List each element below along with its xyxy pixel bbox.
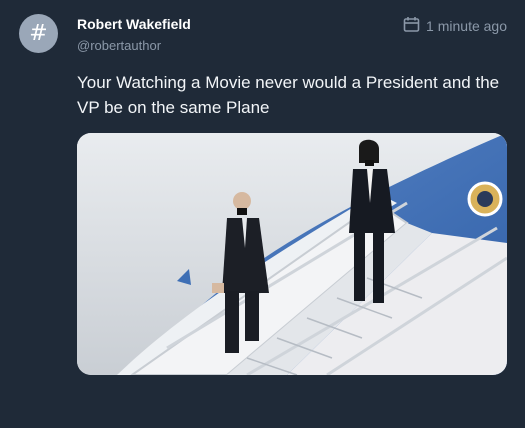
avatar[interactable]: # xyxy=(19,14,58,53)
post-image[interactable] xyxy=(77,133,507,375)
timestamp-label: 1 minute ago xyxy=(426,17,507,34)
post-text: Your Watching a Movie never would a Pres… xyxy=(77,73,500,117)
avatar-glyph: # xyxy=(29,20,48,46)
author-name[interactable]: Robert Wakefield xyxy=(77,16,191,32)
calendar-icon xyxy=(403,16,420,35)
timestamp: 1 minute ago xyxy=(403,16,507,35)
author-handle[interactable]: @robertauthor xyxy=(77,38,161,53)
